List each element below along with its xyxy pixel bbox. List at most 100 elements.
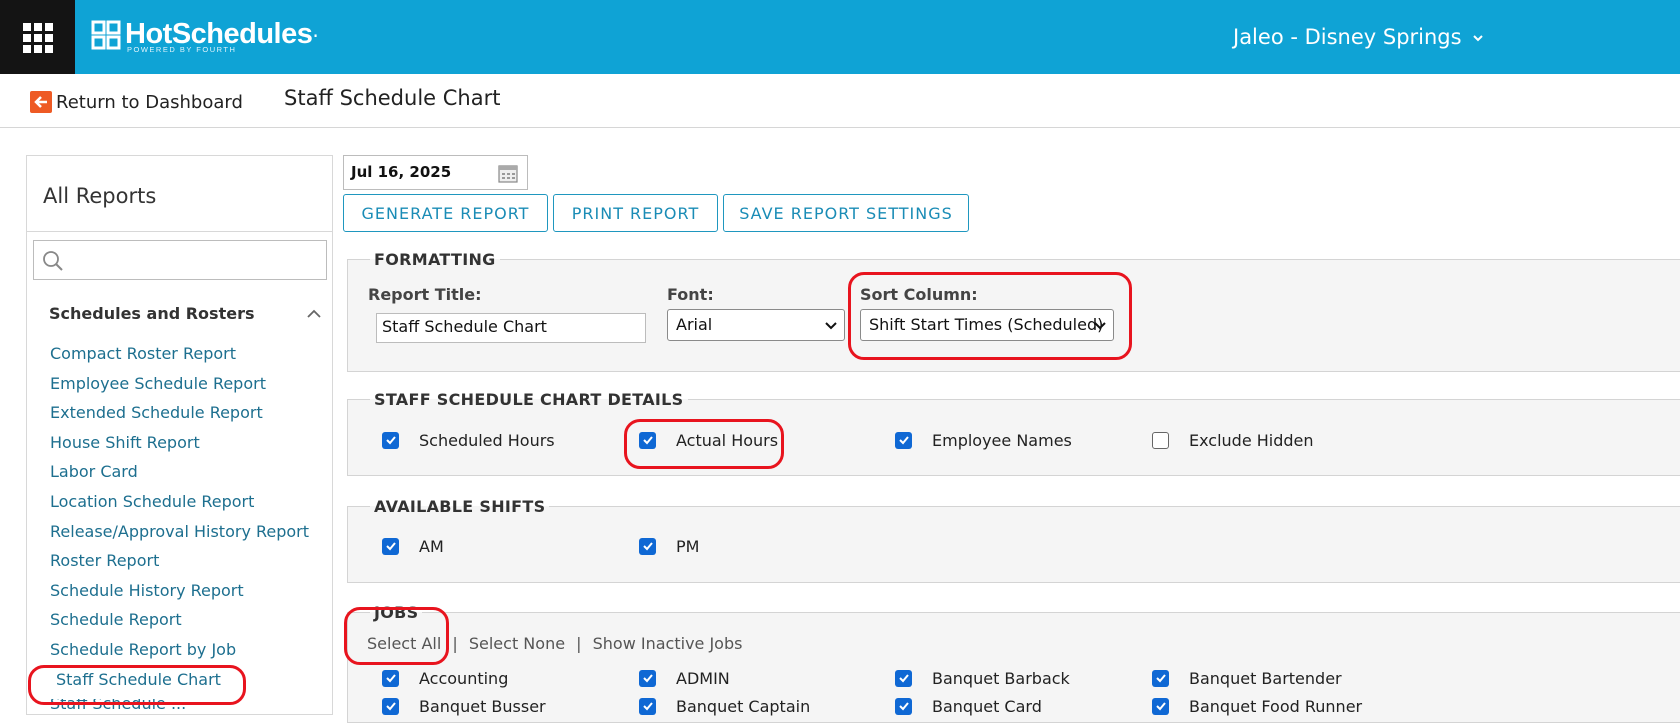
- report-link[interactable]: Employee Schedule Report: [50, 374, 309, 404]
- report-list: Compact Roster Report Employee Schedule …: [50, 344, 309, 711]
- checkbox-label: Banquet Food Runner: [1189, 696, 1363, 716]
- sort-column-label: Sort Column:: [860, 285, 978, 304]
- select-none-link[interactable]: Select None: [469, 634, 565, 653]
- checkbox-checked-icon: [382, 697, 399, 715]
- font-select[interactable]: Arial: [667, 309, 845, 341]
- report-title-input[interactable]: Staff Schedule Chart: [376, 313, 646, 343]
- report-link[interactable]: Staff Schedule ...: [50, 699, 309, 711]
- checkbox-checked-icon: [639, 669, 656, 687]
- save-report-settings-button[interactable]: SAVE REPORT SETTINGS: [723, 194, 969, 232]
- job-checkbox[interactable]: Banquet Captain: [639, 694, 810, 718]
- report-link[interactable]: Schedule History Report: [50, 581, 309, 611]
- link-separator: |: [576, 634, 582, 653]
- show-inactive-jobs-link[interactable]: Show Inactive Jobs: [593, 634, 743, 653]
- logo-subtitle: POWERED BY FOURTH: [127, 45, 237, 54]
- checkbox-checked-icon: [1152, 669, 1169, 687]
- job-checkbox[interactable]: Banquet Card: [895, 694, 1042, 718]
- checkbox-label: Banquet Barback: [932, 668, 1070, 688]
- sub-header: Return to Dashboard Staff Schedule Chart: [0, 74, 1680, 128]
- checkbox-checked-icon: [382, 537, 399, 555]
- arrow-left-icon: [30, 91, 52, 113]
- top-bar: HotSchedules. POWERED BY FOURTH Jaleo - …: [0, 0, 1680, 74]
- checkbox-label: Accounting: [419, 668, 509, 688]
- font-label: Font:: [667, 285, 714, 304]
- report-search-box: [33, 240, 327, 280]
- chevron-down-icon: [825, 322, 837, 330]
- shift-am-checkbox[interactable]: AM: [382, 534, 444, 558]
- report-link[interactable]: Extended Schedule Report: [50, 403, 309, 433]
- location-label: Jaleo - Disney Springs: [1233, 25, 1462, 49]
- sort-column-value: Shift Start Times (Scheduled): [869, 315, 1104, 334]
- checkbox-label: Banquet Captain: [676, 696, 811, 716]
- chevron-up-icon[interactable]: [304, 304, 324, 324]
- report-link[interactable]: Location Schedule Report: [50, 492, 309, 522]
- section-title: Schedules and Rosters: [49, 304, 255, 323]
- chevron-down-icon: [1094, 322, 1106, 330]
- checkbox-label: Actual Hours: [676, 430, 779, 450]
- grid-icon: [23, 23, 53, 53]
- actual-hours-checkbox[interactable]: Actual Hours: [639, 428, 778, 452]
- return-label: Return to Dashboard: [56, 91, 243, 113]
- link-separator: |: [452, 634, 458, 653]
- logo-dot: .: [312, 18, 319, 42]
- checkbox-label: AM: [419, 536, 444, 556]
- scheduled-hours-checkbox[interactable]: Scheduled Hours: [382, 428, 555, 452]
- checkbox-checked-icon: [639, 697, 656, 715]
- jobs-legend: JOBS: [374, 603, 419, 622]
- report-link[interactable]: Labor Card: [50, 462, 309, 492]
- app-grid-button[interactable]: [0, 0, 75, 74]
- sidebar-header: All Reports: [27, 156, 332, 232]
- generate-report-button[interactable]: GENERATE REPORT: [343, 194, 548, 232]
- checkbox-checked-icon: [382, 669, 399, 687]
- calendar-icon[interactable]: [497, 162, 519, 184]
- checkbox-checked-icon: [1152, 697, 1169, 715]
- report-link[interactable]: House Shift Report: [50, 433, 309, 463]
- shift-pm-checkbox[interactable]: PM: [639, 534, 699, 558]
- search-icon: [43, 251, 63, 271]
- chart-details-legend: STAFF SCHEDULE CHART DETAILS: [374, 390, 684, 409]
- report-date-value: Jul 16, 2025: [351, 163, 452, 181]
- checkbox-unchecked-icon: [1152, 431, 1169, 449]
- job-checkbox[interactable]: ADMIN: [639, 666, 730, 690]
- checkbox-checked-icon: [895, 697, 912, 715]
- select-all-link[interactable]: Select All: [367, 634, 441, 653]
- checkbox-label: Scheduled Hours: [419, 430, 555, 450]
- checkbox-label: Banquet Card: [932, 696, 1042, 716]
- available-shifts-section: AVAILABLE SHIFTS: [347, 497, 1680, 583]
- report-link[interactable]: Roster Report: [50, 551, 309, 581]
- checkbox-label: Employee Names: [932, 430, 1072, 450]
- reports-sidebar: All Reports Schedules and Rosters Compac…: [26, 155, 333, 715]
- checkbox-checked-icon: [895, 669, 912, 687]
- employee-names-checkbox[interactable]: Employee Names: [895, 428, 1072, 452]
- job-checkbox[interactable]: Banquet Food Runner: [1152, 694, 1362, 718]
- checkbox-checked-icon: [895, 431, 912, 449]
- exclude-hidden-checkbox[interactable]: Exclude Hidden: [1152, 428, 1314, 452]
- job-checkbox[interactable]: Banquet Busser: [382, 694, 546, 718]
- font-select-value: Arial: [676, 315, 713, 334]
- checkbox-label: Banquet Bartender: [1189, 668, 1342, 688]
- checkbox-checked-icon: [639, 537, 656, 555]
- report-date-picker[interactable]: Jul 16, 2025: [343, 155, 528, 190]
- report-title-label: Report Title:: [368, 285, 482, 304]
- formatting-legend: FORMATTING: [374, 250, 496, 269]
- report-link[interactable]: Compact Roster Report: [50, 344, 309, 374]
- brand-logo[interactable]: HotSchedules. POWERED BY FOURTH: [91, 18, 319, 58]
- sort-column-select[interactable]: Shift Start Times (Scheduled): [860, 309, 1114, 341]
- section-schedules-rosters[interactable]: Schedules and Rosters: [49, 304, 324, 326]
- report-link[interactable]: Schedule Report by Job: [50, 640, 309, 670]
- return-to-dashboard-link[interactable]: Return to Dashboard: [30, 90, 243, 114]
- print-report-button[interactable]: PRINT REPORT: [553, 194, 718, 232]
- chevron-down-icon: [1473, 35, 1483, 42]
- report-link-active[interactable]: Staff Schedule Chart: [56, 670, 309, 700]
- job-checkbox[interactable]: Banquet Barback: [895, 666, 1070, 690]
- checkbox-label: PM: [676, 536, 700, 556]
- location-selector[interactable]: Jaleo - Disney Springs: [1233, 22, 1484, 52]
- report-link[interactable]: Schedule Report: [50, 610, 309, 640]
- page-title: Staff Schedule Chart: [284, 86, 501, 110]
- job-selection-links: Select All | Select None | Show Inactive…: [367, 634, 742, 653]
- job-checkbox[interactable]: Banquet Bartender: [1152, 666, 1342, 690]
- checkbox-checked-icon: [382, 431, 399, 449]
- report-search-input[interactable]: [68, 245, 323, 275]
- report-link[interactable]: Release/Approval History Report: [50, 522, 309, 552]
- job-checkbox[interactable]: Accounting: [382, 666, 508, 690]
